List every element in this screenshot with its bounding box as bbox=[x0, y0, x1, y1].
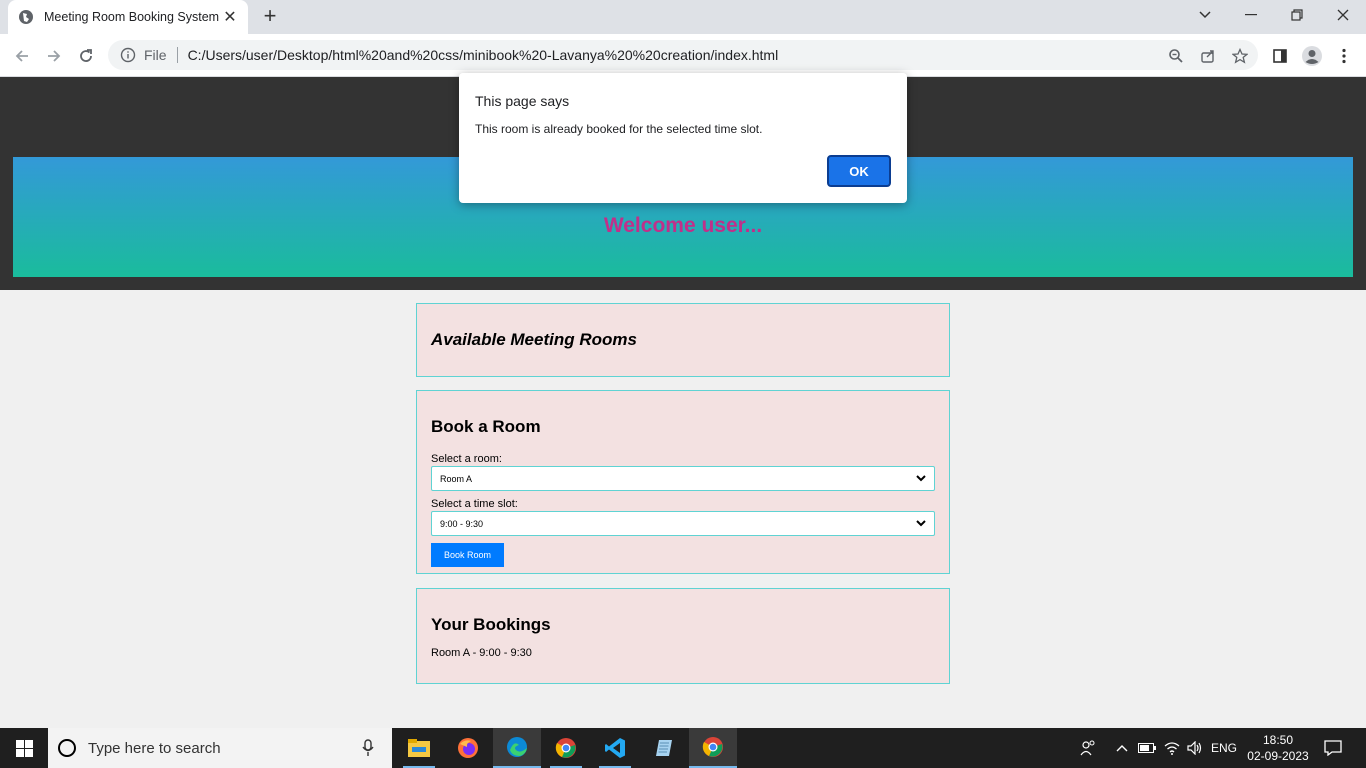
chrome-icon[interactable] bbox=[689, 728, 737, 768]
people-icon[interactable] bbox=[1076, 728, 1100, 768]
browser-tab[interactable]: Meeting Room Booking System ✕ bbox=[8, 0, 248, 34]
room-select[interactable]: Room A bbox=[431, 466, 935, 491]
windows-taskbar: Type here to search ENG 18:50 02-09-2023 bbox=[0, 728, 1366, 768]
notepad-icon[interactable] bbox=[640, 728, 688, 768]
scheme-label: File bbox=[144, 47, 167, 63]
dialog-message: This room is already booked for the sele… bbox=[475, 122, 763, 136]
zoom-icon[interactable] bbox=[1162, 42, 1190, 70]
minimize-button[interactable] bbox=[1228, 0, 1274, 30]
wifi-icon[interactable] bbox=[1160, 728, 1184, 768]
book-room-title: Book a Room bbox=[431, 417, 541, 436]
chevron-down-icon bbox=[916, 520, 926, 527]
close-window-button[interactable] bbox=[1320, 0, 1366, 30]
forward-button[interactable] bbox=[40, 42, 68, 70]
dialog-ok-button[interactable]: OK bbox=[827, 155, 891, 187]
url-text[interactable]: C:/Users/user/Desktop/html%20and%20css/m… bbox=[188, 47, 779, 63]
globe-icon bbox=[19, 10, 33, 24]
menu-kebab-icon[interactable] bbox=[1330, 42, 1358, 70]
address-divider bbox=[176, 47, 178, 63]
language-indicator[interactable]: ENG bbox=[1208, 728, 1240, 768]
new-tab-button[interactable]: + bbox=[258, 5, 282, 29]
edge-icon[interactable] bbox=[493, 728, 541, 768]
your-bookings-section: Your Bookings Room A - 9:00 - 9:30 bbox=[416, 588, 950, 684]
chrome-icon[interactable] bbox=[542, 728, 590, 768]
battery-icon[interactable] bbox=[1136, 728, 1158, 768]
browser-toolbar: File C:/Users/user/Desktop/html%20and%20… bbox=[0, 34, 1366, 77]
side-panel-icon[interactable] bbox=[1266, 42, 1294, 70]
start-button[interactable] bbox=[0, 728, 48, 768]
chevron-up-icon[interactable] bbox=[1112, 728, 1132, 768]
reload-button[interactable] bbox=[72, 42, 100, 70]
windows-logo-icon bbox=[15, 739, 33, 757]
time-slot-select[interactable]: 9:00 - 9:30 bbox=[431, 511, 935, 536]
taskbar-search[interactable]: Type here to search bbox=[48, 728, 392, 768]
vscode-icon[interactable] bbox=[591, 728, 639, 768]
back-button[interactable] bbox=[8, 42, 36, 70]
file-explorer-icon[interactable] bbox=[395, 728, 443, 768]
bookmark-star-icon[interactable] bbox=[1226, 42, 1254, 70]
book-room-section: Book a Room Select a room: Room A Select… bbox=[416, 390, 950, 574]
tab-search-icon[interactable] bbox=[1182, 0, 1228, 30]
close-tab-icon[interactable]: ✕ bbox=[222, 7, 238, 27]
info-icon[interactable] bbox=[120, 47, 136, 63]
time-slot-select-value: 9:00 - 9:30 bbox=[440, 518, 484, 529]
clock-time: 18:50 bbox=[1262, 733, 1294, 747]
chevron-down-icon bbox=[916, 475, 926, 482]
volume-icon[interactable] bbox=[1184, 728, 1206, 768]
browser-tab-strip: Meeting Room Booking System ✕ + bbox=[0, 0, 1366, 34]
firefox-icon[interactable] bbox=[444, 728, 492, 768]
notification-icon[interactable] bbox=[1320, 728, 1346, 768]
alert-dialog: This page says This room is already book… bbox=[459, 73, 907, 203]
booking-item: Room A - 9:00 - 9:30 bbox=[431, 647, 532, 659]
address-bar[interactable]: File C:/Users/user/Desktop/html%20and%20… bbox=[108, 40, 1258, 70]
clock-date: 02-09-2023 bbox=[1247, 749, 1309, 763]
room-select-value: Room A bbox=[440, 473, 473, 484]
system-clock[interactable]: 18:50 02-09-2023 bbox=[1240, 732, 1316, 764]
restore-button[interactable] bbox=[1274, 0, 1320, 30]
available-rooms-title: Available Meeting Rooms bbox=[431, 330, 637, 349]
available-rooms-section: Available Meeting Rooms bbox=[416, 303, 950, 377]
search-placeholder: Type here to search bbox=[88, 739, 221, 757]
time-slot-select-label: Select a time slot: bbox=[431, 498, 518, 510]
room-select-label: Select a room: bbox=[431, 453, 502, 465]
dialog-title: This page says bbox=[475, 93, 570, 109]
book-room-button[interactable]: Book Room bbox=[431, 543, 504, 567]
cortana-icon bbox=[58, 739, 76, 757]
welcome-heading: Welcome user... bbox=[603, 214, 763, 237]
your-bookings-title: Your Bookings bbox=[431, 615, 551, 634]
microphone-icon[interactable] bbox=[358, 739, 378, 757]
share-icon[interactable] bbox=[1194, 42, 1222, 70]
tab-title: Meeting Room Booking System bbox=[44, 10, 220, 24]
profile-icon[interactable] bbox=[1298, 42, 1326, 70]
